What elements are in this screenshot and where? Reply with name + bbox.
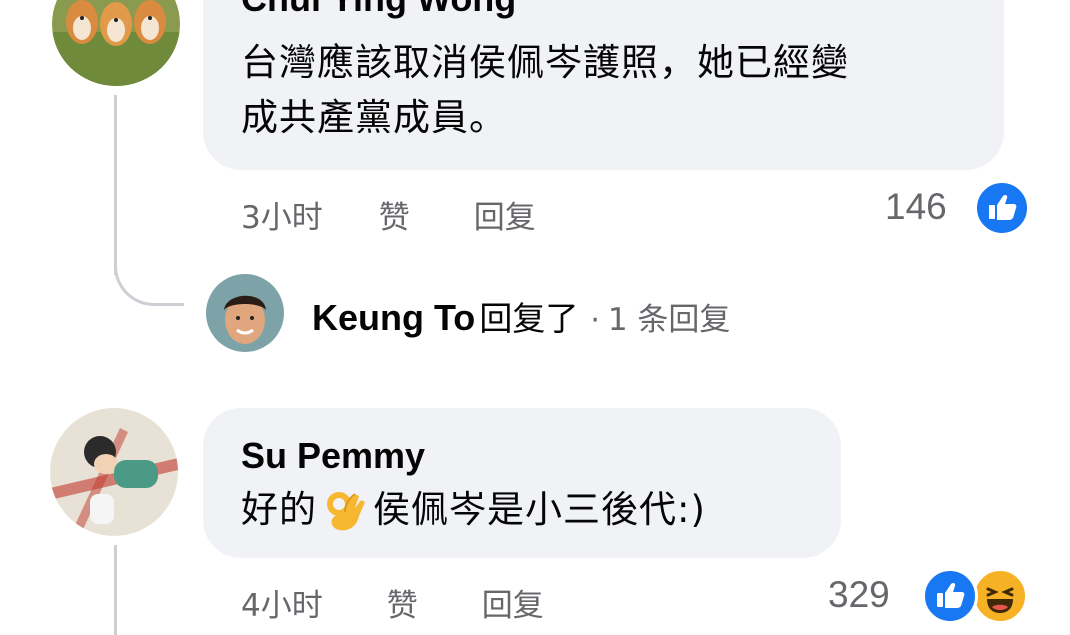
reply-author[interactable]: Keung To (312, 297, 475, 339)
haha-icon[interactable] (972, 568, 1028, 624)
comment-text-segment: 好的 (241, 488, 317, 531)
comment-author[interactable]: Su Pemmy (241, 435, 425, 477)
thread-curve (114, 240, 184, 306)
like-icon[interactable] (974, 180, 1030, 236)
comment-text: 好的 侯佩岑是小三後代:) (241, 482, 706, 537)
comment-text: 台灣應該取消侯佩岑護照，她已經變 成共產黨成員。 (241, 35, 981, 145)
thread-line (114, 545, 117, 635)
separator-dot: · (590, 303, 600, 338)
ok-hand-emoji (321, 486, 369, 534)
avatar[interactable] (206, 274, 284, 352)
comment-time[interactable]: 4小时 (241, 580, 323, 625)
comment-text-segment: 侯佩岑是小三後代:) (373, 488, 706, 531)
avatar[interactable] (50, 408, 178, 536)
reply-button[interactable]: 回复 (474, 192, 536, 237)
reaction-count[interactable]: 329 (828, 574, 890, 616)
avatar[interactable] (52, 0, 180, 86)
comment-actions: 3小时 赞 回复 (241, 192, 536, 237)
reply-count[interactable]: 1 条回复 (608, 294, 731, 339)
comment-actions: 4小时 赞 回复 (241, 580, 544, 625)
comment-text-line: 台灣應該取消侯佩岑護照，她已經變 (241, 41, 849, 84)
replies-link[interactable]: Keung To 回复了 · 1 条回复 (312, 292, 730, 340)
comment-text-line: 成共產黨成員。 (241, 96, 507, 139)
reply-button[interactable]: 回复 (482, 580, 544, 625)
reply-verb: 回复了 (479, 299, 579, 338)
comment-time[interactable]: 3小时 (241, 192, 323, 237)
like-button[interactable]: 赞 (387, 580, 418, 625)
like-button[interactable]: 赞 (379, 192, 410, 237)
like-icon[interactable] (922, 568, 978, 624)
comment-author[interactable]: Chui Ying Wong (241, 0, 516, 20)
reaction-count[interactable]: 146 (885, 186, 947, 228)
